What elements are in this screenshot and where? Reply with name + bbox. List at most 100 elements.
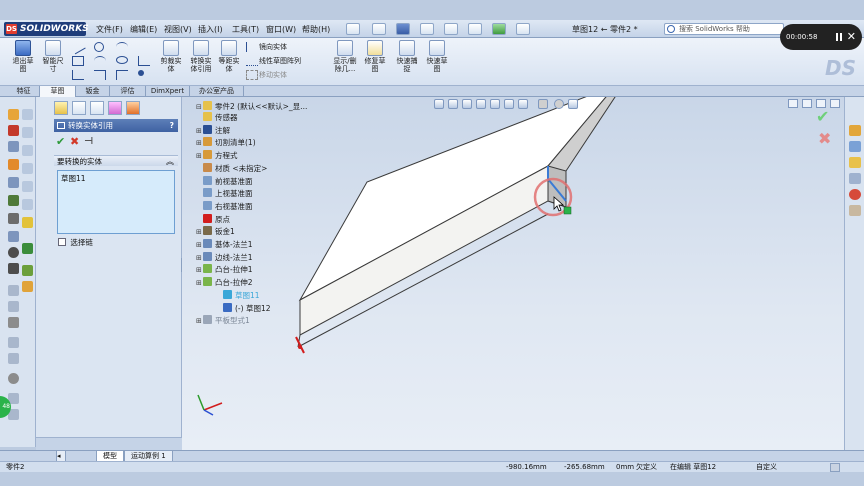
new-file-icon[interactable] xyxy=(346,23,360,35)
tool-icon[interactable] xyxy=(22,109,33,120)
tree-item[interactable]: ⊞ 方程式 xyxy=(196,150,238,161)
hide-show-items-icon[interactable] xyxy=(518,99,528,109)
tree-item[interactable]: ⊞ 边线-法兰1 xyxy=(196,251,252,264)
tool-icon[interactable] xyxy=(8,247,19,258)
move-entities-label[interactable]: 移动实体 xyxy=(259,70,287,80)
tool-icon[interactable] xyxy=(8,195,19,206)
tab-sketch[interactable]: 草图 xyxy=(40,86,76,97)
tool-icon[interactable] xyxy=(8,301,19,312)
arc-icon[interactable] xyxy=(94,56,106,66)
menu-help[interactable]: 帮助(H) xyxy=(302,24,330,35)
view-palette-icon[interactable] xyxy=(849,173,861,184)
feature-manager-tab-icon[interactable] xyxy=(54,101,68,115)
save-icon[interactable] xyxy=(396,23,410,35)
tree-item[interactable]: 前视基准面 xyxy=(196,175,253,187)
tree-item[interactable]: ⊞ 基体-法兰1 xyxy=(196,239,252,250)
expand-icon[interactable]: ⊞ xyxy=(196,253,203,264)
tab-dimxpert[interactable]: DimXpert xyxy=(146,86,190,97)
expand-icon[interactable]: ⊞ xyxy=(196,138,203,149)
circle-icon[interactable] xyxy=(94,42,104,52)
tool-icon[interactable] xyxy=(22,145,33,156)
help-icon[interactable]: ? xyxy=(170,119,174,132)
tool-icon[interactable] xyxy=(8,353,19,364)
solidworks-resources-icon[interactable] xyxy=(849,125,861,136)
tree-item[interactable]: 传感器 xyxy=(196,112,238,123)
entities-to-convert-group[interactable]: 要转换的实体 ︽ xyxy=(54,155,178,166)
tree-root-part[interactable]: ⊟ 零件2 (默认<<默认>_显... xyxy=(196,101,307,112)
repair-sketch-button[interactable]: 修复草图 xyxy=(362,40,388,73)
checkbox-box[interactable] xyxy=(58,238,66,246)
smart-dimension-button[interactable]: 智能尺寸 xyxy=(40,40,66,73)
tab-sheet-metal[interactable]: 钣金 xyxy=(76,86,110,97)
tool-icon[interactable] xyxy=(22,199,33,210)
offset-entities-button[interactable]: 等距实体 xyxy=(216,40,242,73)
tool-icon[interactable] xyxy=(22,281,33,292)
move-entities-icon[interactable] xyxy=(246,70,258,80)
close-icon[interactable]: ✕ xyxy=(847,24,856,50)
fillet-icon[interactable] xyxy=(72,70,84,80)
open-file-icon[interactable] xyxy=(372,23,386,35)
custom-properties-icon[interactable] xyxy=(849,205,861,216)
undo-icon[interactable] xyxy=(444,23,458,35)
chamfer-icon[interactable] xyxy=(94,70,106,80)
quick-snaps-button[interactable]: 快速捕捉 xyxy=(394,40,420,73)
expand-icon[interactable]: ⊞ xyxy=(196,151,203,162)
menu-edit[interactable]: 编辑(E) xyxy=(130,24,157,35)
previous-view-icon[interactable] xyxy=(462,99,472,109)
polygon-icon[interactable] xyxy=(138,56,150,66)
tab-evaluate[interactable]: 评估 xyxy=(110,86,146,97)
tree-item[interactable]: ⊞ 注解 xyxy=(196,124,230,137)
expand-icon[interactable]: ⊞ xyxy=(196,240,203,251)
status-units[interactable]: 自定义 xyxy=(756,462,777,473)
line-icon[interactable] xyxy=(70,39,86,55)
display-delete-relations-button[interactable]: 显示/删除几... xyxy=(332,40,358,73)
menu-insert[interactable]: 插入(I) xyxy=(198,24,223,35)
rebuild-icon[interactable] xyxy=(492,23,506,35)
part-top-face[interactable] xyxy=(298,97,616,302)
linear-pattern-label[interactable]: 线性草图阵列 xyxy=(259,56,301,66)
expand-icon[interactable]: ⊞ xyxy=(196,126,203,137)
graphics-viewport[interactable]: ✔ ✖ ⊟ 零件2 (默认<<默认>_显... 传感器 ⊞ 注解 ⊞ 切割清单(1) ⊞ 方程式… xyxy=(182,97,844,450)
tree-item[interactable]: 材质 <未指定> xyxy=(196,162,267,174)
print-icon[interactable] xyxy=(420,23,434,35)
file-explorer-icon[interactable] xyxy=(849,157,861,168)
tab-office-products[interactable]: 办公室产品 xyxy=(190,86,244,97)
tool-icon[interactable] xyxy=(22,217,33,228)
menu-view[interactable]: 视图(V) xyxy=(164,24,192,35)
mirror-entities-label[interactable]: 镜向实体 xyxy=(259,42,287,52)
tree-item[interactable]: ⊞ 钣金1 xyxy=(196,226,235,237)
tool-icon[interactable] xyxy=(22,243,33,254)
collapse-icon[interactable]: ︽ xyxy=(166,156,174,167)
rapid-sketch-button[interactable]: 快速草图 xyxy=(424,40,450,73)
apply-scene-icon[interactable] xyxy=(554,99,564,109)
ellipse-icon[interactable] xyxy=(116,56,128,64)
tree-item[interactable]: (-) 草图12 xyxy=(216,302,271,314)
zoom-to-fit-icon[interactable] xyxy=(434,99,444,109)
tree-item[interactable]: ⊞ 平板型式1 xyxy=(196,315,250,326)
property-manager-tab-icon[interactable] xyxy=(72,101,86,115)
tool-icon[interactable] xyxy=(8,231,19,242)
tree-item[interactable]: 右视基准面 xyxy=(196,200,253,212)
pushpin-icon[interactable]: ⊣ xyxy=(84,135,93,149)
tool-icon[interactable] xyxy=(22,127,33,138)
centerline-icon[interactable] xyxy=(116,70,128,80)
rectangle-icon[interactable] xyxy=(72,56,84,66)
tree-item[interactable]: 上视基准面 xyxy=(196,188,253,199)
tool-icon[interactable] xyxy=(8,109,19,120)
split-view-icon[interactable] xyxy=(788,99,798,108)
select-icon[interactable] xyxy=(468,23,482,35)
expand-icon[interactable]: ⊞ xyxy=(196,316,203,327)
tool-icon[interactable] xyxy=(22,265,33,276)
mirror-icon[interactable] xyxy=(246,42,258,52)
zoom-to-area-icon[interactable] xyxy=(448,99,458,109)
tool-icon[interactable] xyxy=(22,163,33,174)
menu-tools[interactable]: 工具(T) xyxy=(232,24,259,35)
pause-icon[interactable] xyxy=(836,33,842,41)
edit-appearance-icon[interactable] xyxy=(538,99,548,109)
video-player-overlay[interactable]: 00:00:58 ✕ xyxy=(780,24,862,50)
tree-item[interactable]: 原点 xyxy=(196,213,230,225)
convert-entities-button[interactable]: 转换实体引用 xyxy=(188,40,214,73)
design-library-icon[interactable] xyxy=(849,141,861,152)
sheet-metal-part-model[interactable] xyxy=(182,97,844,450)
display-manager-tab-icon[interactable] xyxy=(126,101,140,115)
